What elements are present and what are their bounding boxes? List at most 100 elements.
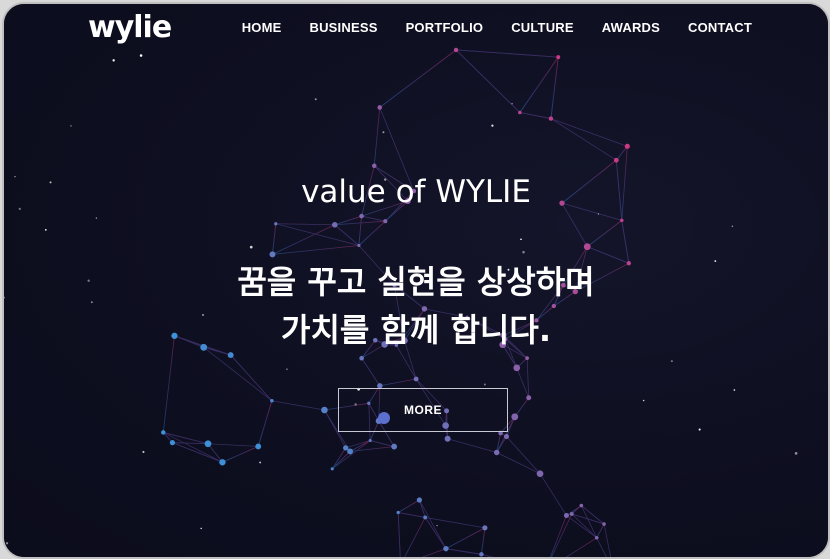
- network-link: [445, 548, 482, 555]
- network-link: [596, 523, 605, 538]
- network-node: [368, 438, 372, 443]
- network-node: [357, 243, 361, 248]
- network-link: [398, 512, 426, 518]
- network-node: [332, 222, 338, 228]
- network-node: [620, 218, 624, 223]
- network-link: [207, 443, 259, 447]
- network-link: [172, 442, 209, 445]
- star-dot: [5, 542, 9, 545]
- network-node: [525, 356, 529, 360]
- network-node: [602, 522, 606, 526]
- network-node: [330, 467, 334, 471]
- hero-subtitle: value of WYLIE: [301, 174, 531, 210]
- network-node: [371, 163, 377, 169]
- network-link: [397, 512, 401, 557]
- network-link: [445, 527, 486, 550]
- star-dot: [286, 368, 288, 370]
- network-link: [419, 499, 447, 549]
- network-link: [539, 473, 567, 516]
- network-node: [343, 445, 349, 451]
- network-node: [503, 433, 510, 440]
- network-link: [373, 107, 381, 166]
- star-dot: [436, 524, 438, 527]
- network-node: [444, 435, 451, 442]
- network-link: [379, 49, 457, 108]
- network-link: [230, 354, 273, 402]
- network-link: [275, 223, 335, 226]
- network-link: [550, 118, 617, 161]
- network-link: [481, 527, 486, 555]
- nav-portfolio[interactable]: PORTFOLIO: [406, 20, 484, 35]
- hero-title-line1: 꿈을 꾸고 실현을 상상하며: [237, 263, 595, 301]
- network-node: [255, 443, 262, 450]
- network-link: [272, 224, 335, 255]
- network-link: [331, 447, 347, 470]
- network-link: [397, 499, 420, 513]
- network-node: [443, 545, 449, 552]
- network-link: [447, 438, 497, 453]
- nav-home[interactable]: HOME: [242, 20, 282, 35]
- network-link: [621, 220, 630, 264]
- network-node: [396, 510, 400, 515]
- browser-frame: wylie HOME BUSINESS PORTFOLIO CULTURE AW…: [2, 2, 830, 559]
- star-dot: [44, 229, 47, 231]
- network-link: [519, 112, 552, 119]
- network-node: [391, 443, 398, 450]
- nav-culture[interactable]: CULTURE: [511, 20, 574, 35]
- network-link: [549, 515, 567, 557]
- network-node: [169, 440, 176, 446]
- network-link: [203, 347, 273, 402]
- network-link: [581, 505, 605, 525]
- network-node: [383, 219, 388, 224]
- network-link: [332, 440, 371, 470]
- network-link: [421, 548, 447, 557]
- star-dot: [142, 450, 145, 454]
- star-dot: [520, 238, 522, 241]
- network-node: [204, 440, 212, 448]
- network-node: [347, 448, 354, 455]
- network-link: [272, 223, 277, 255]
- network-link: [163, 432, 223, 463]
- network-node: [413, 376, 419, 382]
- star-dot: [511, 103, 513, 105]
- network-link: [526, 358, 530, 398]
- network-link: [596, 537, 607, 557]
- network-link: [455, 49, 521, 113]
- star-dot: [200, 527, 202, 530]
- network-link: [566, 505, 582, 516]
- network-node: [416, 497, 423, 503]
- network-link: [358, 216, 362, 246]
- network-node: [569, 512, 574, 516]
- main-nav: HOME BUSINESS PORTFOLIO CULTURE AWARDS C…: [242, 20, 752, 35]
- network-link: [496, 452, 541, 475]
- wylie-logo[interactable]: wylie: [88, 10, 172, 45]
- network-node: [270, 398, 274, 403]
- star-dot: [70, 125, 72, 127]
- network-link: [516, 367, 530, 398]
- star-dot: [670, 360, 673, 363]
- network-node: [493, 449, 500, 456]
- star-dot: [382, 131, 385, 134]
- network-node: [219, 459, 226, 466]
- network-node: [556, 55, 561, 60]
- nav-awards[interactable]: AWARDS: [602, 20, 660, 35]
- star-dot: [491, 124, 494, 127]
- network-node: [518, 110, 522, 115]
- star-dot: [794, 452, 798, 455]
- network-link: [615, 146, 628, 161]
- nav-contact[interactable]: CONTACT: [688, 20, 752, 35]
- network-link: [370, 440, 395, 447]
- network-node: [563, 512, 569, 519]
- network-node: [613, 157, 619, 163]
- network-link: [550, 118, 628, 147]
- network-link: [404, 517, 426, 557]
- network-link: [361, 215, 386, 222]
- nav-business[interactable]: BUSINESS: [310, 20, 378, 35]
- star-dot: [95, 217, 98, 219]
- network-node: [359, 355, 364, 361]
- more-button[interactable]: MORE: [338, 388, 508, 432]
- network-link: [379, 378, 417, 387]
- network-node: [511, 413, 519, 421]
- star-dot: [112, 59, 115, 62]
- star-dot: [314, 98, 317, 101]
